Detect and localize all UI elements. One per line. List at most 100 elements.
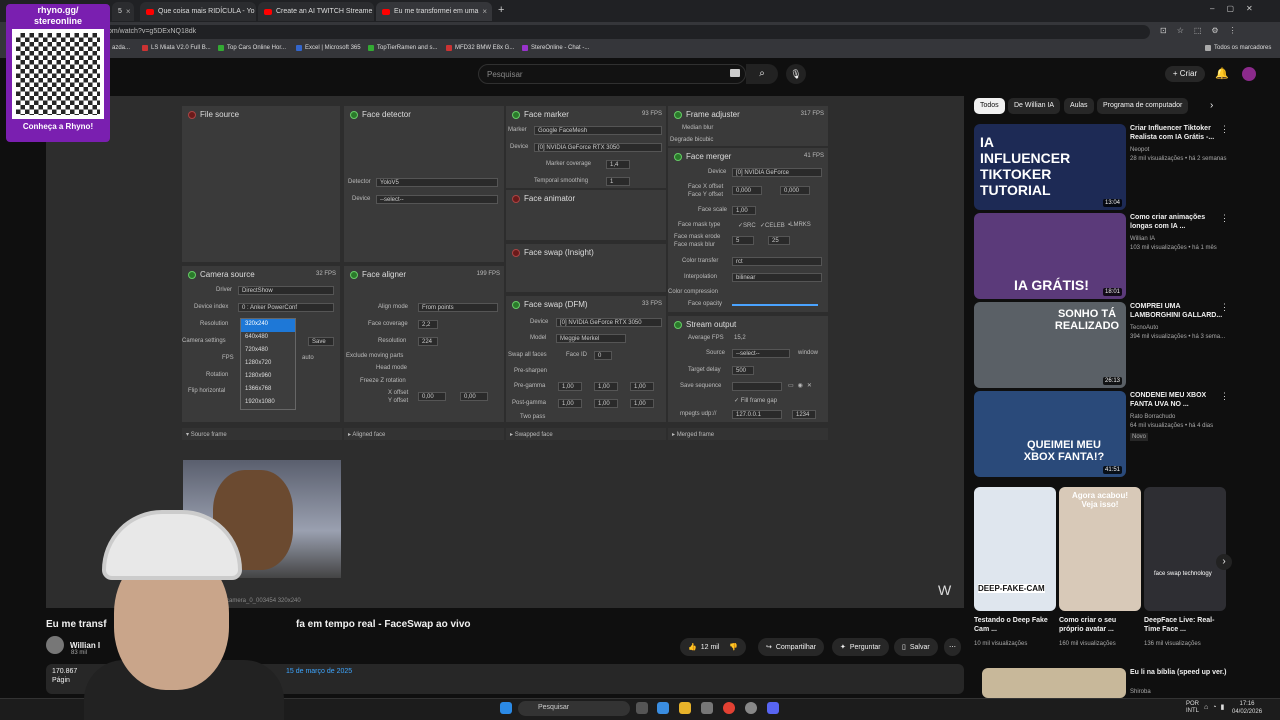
swapped-face-header[interactable]: ▸ Swapped face: [506, 428, 666, 440]
recommended-video[interactable]: SONHO TÁ REALIZADO 26:13 COMPREI UMA LAMB…: [974, 302, 1254, 388]
power-icon[interactable]: [350, 270, 358, 279]
video-thumbnail[interactable]: QUEIMEI MEU XBOX FANTA!? 41:51: [974, 391, 1126, 477]
browser-tab-active[interactable]: Eu me transformei em uma ×: [376, 2, 492, 21]
device-select[interactable]: [0] NVIDIA GeForce RTX 3050: [534, 143, 662, 152]
fill-frame-gap-checkbox[interactable]: ✓ Fill frame gap: [734, 397, 777, 404]
window-controls[interactable]: –▢✕: [1210, 4, 1265, 13]
taskbar-search[interactable]: Pesquisar: [518, 701, 630, 716]
short-title[interactable]: DeepFace Live: Real-Time Face ...: [1144, 616, 1222, 634]
short-thumbnail[interactable]: face swap technology: [1144, 487, 1226, 611]
search-button[interactable]: ⌕: [746, 64, 778, 84]
face-opacity-slider[interactable]: [732, 304, 818, 306]
merged-frame-header[interactable]: ▸ Merged frame: [668, 428, 828, 440]
target-delay-input[interactable]: 500: [732, 366, 754, 375]
channel-name[interactable]: Rato Borrachudo: [1130, 413, 1240, 421]
model-select[interactable]: Meggie Merkel: [556, 334, 626, 343]
recommended-video[interactable]: Eu li na bíblia (speed up ver.) Shiroba: [974, 668, 1254, 698]
video-thumbnail[interactable]: IA GRÁTIS! 18:01: [974, 213, 1126, 299]
chip-software[interactable]: Programa de computador: [1097, 98, 1189, 114]
resolution-option[interactable]: 320x240: [241, 319, 295, 332]
mask-erode-input[interactable]: 5: [732, 236, 754, 245]
share-button[interactable]: ↪ Compartilhar: [758, 638, 824, 656]
bookmark[interactable]: Top Cars Online Hor...: [218, 45, 286, 51]
power-icon[interactable]: [512, 300, 520, 309]
resolution-dropdown[interactable]: 320x240 640x480 720x480 1280x720 1280x96…: [240, 318, 296, 410]
align-mode-select[interactable]: From points: [418, 303, 498, 312]
short-title[interactable]: Testando o Deep Fake Cam ...: [974, 616, 1052, 634]
face-scale-input[interactable]: 1,00: [732, 206, 756, 215]
microphone-icon[interactable]: 🎙: [786, 64, 806, 84]
face-id-input[interactable]: 0: [594, 351, 612, 360]
close-icon[interactable]: ×: [126, 7, 131, 16]
keyboard-icon[interactable]: [730, 69, 740, 77]
channel-name[interactable]: Neopot: [1130, 146, 1240, 154]
mask-lmrks-checkbox[interactable]: ▪LMRKS: [788, 222, 811, 228]
resolution-option[interactable]: 1280x720: [241, 358, 295, 371]
recommended-video[interactable]: IA GRÁTIS! 18:01 Como criar animações lon…: [974, 213, 1254, 299]
device-select[interactable]: --select--: [376, 195, 498, 204]
new-tab-button[interactable]: +: [498, 4, 504, 16]
color-transfer-select[interactable]: rct: [732, 257, 822, 266]
face-y-offset-input[interactable]: 0,000: [780, 186, 810, 195]
bell-icon[interactable]: 🔔: [1215, 67, 1229, 80]
pre-gamma-r-input[interactable]: 1,00: [558, 382, 582, 391]
bookmark[interactable]: azda...: [112, 45, 130, 51]
driver-select[interactable]: DirectShow: [238, 286, 334, 295]
browser-tab[interactable]: Create an AI TWITCH Streame×: [258, 2, 374, 21]
power-icon[interactable]: [512, 194, 520, 203]
mask-blur-input[interactable]: 25: [768, 236, 790, 245]
more-icon[interactable]: ⋮: [1220, 124, 1229, 135]
bookmark[interactable]: LS Miata V2.0 Full B...: [142, 45, 211, 51]
like-button[interactable]: 👍 12 mil 👎: [680, 638, 747, 656]
resolution-option[interactable]: 1280x960: [241, 371, 295, 384]
language-indicator[interactable]: POR INTL: [1186, 701, 1199, 715]
x-offset-input[interactable]: 0,00: [418, 392, 446, 401]
more-button[interactable]: ⋯: [944, 638, 961, 656]
video-title[interactable]: COMPREI UMA LAMBORGHINI GALLARD...: [1130, 302, 1228, 320]
close-icon[interactable]: ×: [482, 7, 487, 16]
power-icon[interactable]: [512, 248, 520, 257]
more-icon[interactable]: ⋮: [1220, 302, 1229, 313]
bookmark[interactable]: MFD32 BMW E8x G...: [446, 45, 514, 51]
power-icon[interactable]: [188, 110, 196, 119]
channel-name[interactable]: TecnoAuto: [1130, 324, 1240, 332]
source-frame-header[interactable]: ▾ Source frame: [182, 428, 342, 440]
file-explorer-icon[interactable]: [679, 702, 691, 714]
mpegts-ip-input[interactable]: 127.0.0.1: [732, 410, 782, 419]
thumbs-down-icon[interactable]: 👎: [729, 643, 738, 651]
chevron-right-icon[interactable]: ›: [1210, 100, 1213, 111]
ask-button[interactable]: ✦ Perguntar: [832, 638, 889, 656]
bookmark[interactable]: Excel | Microsoft 365: [296, 45, 361, 51]
clock[interactable]: 17:16 04/02/2026: [1232, 700, 1262, 716]
marker-coverage-input[interactable]: 1,4: [606, 160, 630, 169]
fps-auto[interactable]: auto: [302, 355, 314, 361]
chrome-icon[interactable]: [723, 702, 735, 714]
aligner-resolution-input[interactable]: 224: [418, 337, 438, 346]
video-title[interactable]: Como criar animações longas com IA ...: [1130, 213, 1228, 231]
save-sequence-path[interactable]: [732, 382, 782, 391]
aligned-face-header[interactable]: ▸ Aligned face: [344, 428, 504, 440]
browser-toolbar-icons[interactable]: ⊡☆⬚⚙⋮: [1160, 26, 1247, 35]
post-gamma-b-input[interactable]: 1,00: [630, 399, 654, 408]
video-thumbnail[interactable]: [982, 668, 1126, 698]
chip-all[interactable]: Todos: [974, 98, 1005, 114]
browser-tab[interactable]: 5 ×: [112, 2, 134, 21]
stream-source-select[interactable]: --select--: [732, 349, 790, 358]
marker-select[interactable]: Google FaceMesh: [534, 126, 662, 135]
resolution-option[interactable]: 720x480: [241, 345, 295, 358]
mask-celeb-checkbox[interactable]: ✓CELEB: [760, 222, 785, 229]
search-input[interactable]: Pesquisar: [478, 64, 746, 84]
window-button[interactable]: window: [798, 350, 818, 356]
post-gamma-r-input[interactable]: 1,00: [558, 399, 582, 408]
windows-start-icon[interactable]: [500, 702, 512, 714]
channel-name[interactable]: Willian IA: [1130, 235, 1240, 243]
short-thumbnail[interactable]: Agora acabou! Veja isso!: [1059, 487, 1141, 611]
resolution-option[interactable]: 640x480: [241, 332, 295, 345]
power-icon[interactable]: [674, 152, 682, 161]
power-icon[interactable]: [674, 320, 682, 329]
interpolation-select[interactable]: bilinear: [732, 273, 822, 282]
app-icon[interactable]: [745, 702, 757, 714]
recommended-video[interactable]: QUEIMEI MEU XBOX FANTA!? 41:51 CONDENEI M…: [974, 391, 1254, 477]
chevron-right-icon[interactable]: ›: [1216, 554, 1232, 570]
more-icon[interactable]: ⋮: [1220, 213, 1229, 224]
